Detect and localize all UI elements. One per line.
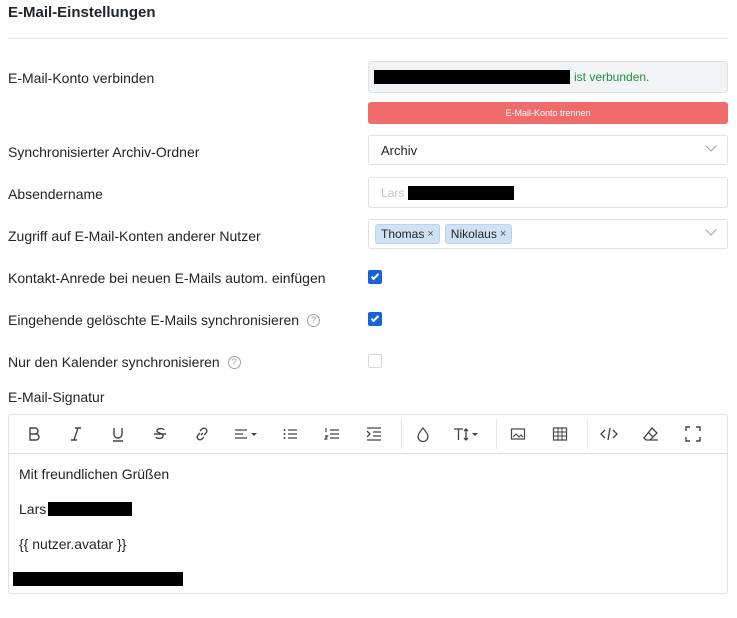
signature-greeting: Mit freundlichen Grüßen: [19, 466, 170, 482]
table-icon[interactable]: [545, 420, 575, 448]
archive-folder-label: Synchronisierter Archiv-Ordner: [8, 144, 200, 160]
bold-icon[interactable]: [19, 420, 49, 448]
option-label: Eingehende gelöschte E-Mails synchronisi…: [8, 312, 300, 328]
page-title: E-Mail-Einstellungen: [8, 4, 156, 21]
redacted-surname: [408, 185, 515, 200]
numbered-list-icon[interactable]: [317, 420, 347, 448]
connection-status: ist verbunden.: [574, 70, 650, 84]
toolbar-separator: [587, 419, 588, 449]
help-icon[interactable]: ?: [227, 355, 241, 369]
redacted-email: [374, 70, 570, 84]
signature-label: E-Mail-Signatur: [8, 389, 105, 405]
italic-icon[interactable]: [61, 420, 91, 448]
option-row: Eingehende gelöschte E-Mails synchronisi…: [8, 312, 321, 328]
sender-name-label: Absendername: [8, 186, 103, 202]
checkmark-icon: [370, 271, 380, 281]
align-icon[interactable]: [229, 420, 263, 448]
toolbar-separator: [401, 419, 402, 449]
signature-avatar-placeholder: {{ nutzer.avatar }}: [19, 536, 127, 552]
redacted-text: [13, 572, 183, 586]
fullscreen-icon[interactable]: [678, 420, 708, 448]
account-label: E-Mail-Konto verbinden: [8, 70, 155, 86]
bullet-list-icon[interactable]: [275, 420, 305, 448]
chevron-down-icon: [705, 224, 717, 236]
user-tag-label: Nikolaus: [450, 227, 497, 241]
color-drop-icon[interactable]: [408, 420, 438, 448]
indent-icon[interactable]: [359, 420, 389, 448]
option-row: Nur den Kalender synchronisieren ?: [8, 354, 241, 370]
link-icon[interactable]: [187, 420, 217, 448]
underline-icon[interactable]: [103, 420, 133, 448]
font-size-icon[interactable]: [450, 420, 484, 448]
signature-line: Lars: [19, 501, 717, 517]
image-icon[interactable]: [503, 420, 533, 448]
signature-editor: Mit freundlichen Grüßen Lars {{ nutzer.a…: [8, 414, 728, 594]
archive-folder-select[interactable]: Archiv: [368, 135, 728, 165]
eraser-icon[interactable]: [636, 420, 666, 448]
remove-tag-icon[interactable]: ×: [500, 228, 506, 240]
strikethrough-icon[interactable]: [145, 420, 175, 448]
sender-name-input[interactable]: Lars: [368, 177, 728, 208]
calendar-only-checkbox[interactable]: [368, 354, 382, 368]
remove-tag-icon[interactable]: ×: [427, 228, 433, 240]
access-label: Zugriff auf E-Mail-Konten anderer Nutzer: [8, 228, 261, 244]
disconnect-account-button[interactable]: E-Mail-Konto trennen: [368, 102, 728, 124]
divider: [8, 38, 728, 39]
option-label: Nur den Kalender synchronisieren: [8, 354, 220, 370]
user-tag-label: Thomas: [381, 227, 425, 241]
connected-account-box: ist verbunden.: [368, 61, 728, 93]
salutation-checkbox[interactable]: [368, 270, 382, 284]
checkmark-icon: [370, 313, 380, 323]
chevron-down-icon: [705, 140, 717, 152]
signature-content[interactable]: Mit freundlichen Grüßen Lars {{ nutzer.a…: [9, 454, 727, 618]
code-icon[interactable]: [594, 420, 624, 448]
editor-toolbar: [9, 415, 727, 454]
sender-name-value: Lars: [381, 185, 405, 200]
toolbar-separator: [496, 419, 497, 449]
user-tag: Thomas ×: [375, 224, 440, 244]
help-icon[interactable]: ?: [307, 313, 321, 327]
access-users-select[interactable]: Thomas × Nikolaus ×: [368, 219, 728, 249]
sync-deleted-checkbox[interactable]: [368, 312, 382, 326]
signature-line: Mit freundlichen Grüßen: [19, 466, 717, 482]
signature-first-name: Lars: [19, 501, 47, 517]
archive-folder-value: Archiv: [381, 142, 418, 158]
redacted-surname: [48, 502, 133, 516]
option-label: Kontakt-Anrede bei neuen E-Mails autom. …: [8, 270, 326, 286]
signature-line: {{ nutzer.avatar }}: [19, 536, 717, 552]
user-tag: Nikolaus ×: [444, 224, 513, 244]
